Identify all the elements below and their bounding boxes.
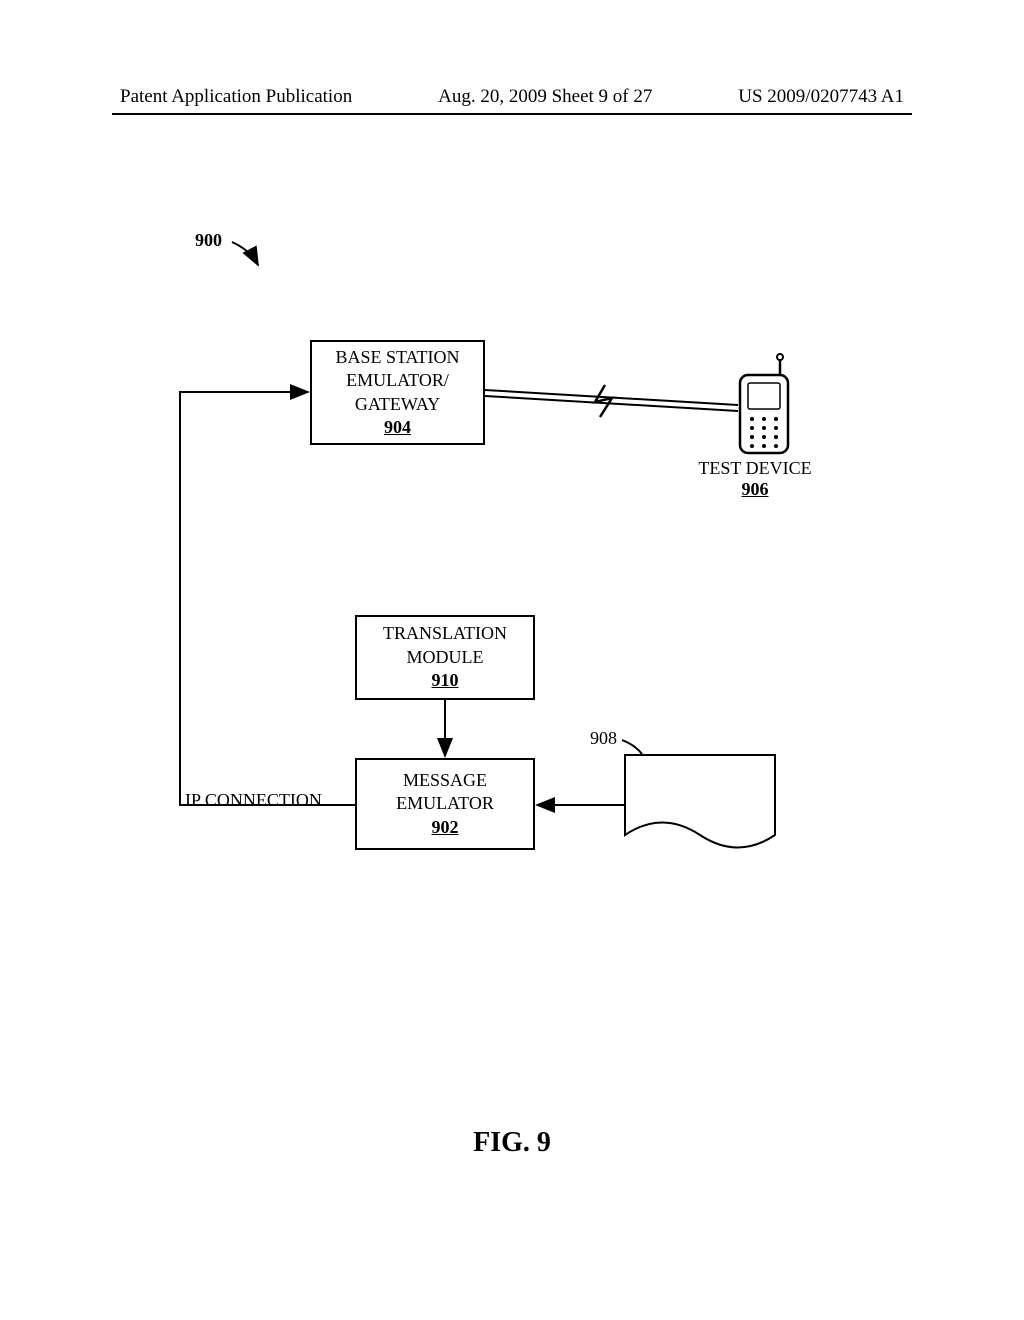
test-device-label: TEST DEVICE bbox=[670, 458, 840, 479]
header-left: Patent Application Publication bbox=[120, 86, 352, 108]
ota-line2: MESSAGE bbox=[640, 791, 760, 812]
translation-box: TRANSLATION MODULE 910 bbox=[355, 615, 535, 700]
header-right: US 2009/0207743 A1 bbox=[738, 86, 904, 108]
figure-caption: FIG. 9 bbox=[0, 1127, 1024, 1159]
base-station-line2: EMULATOR/ bbox=[346, 369, 449, 392]
message-emulator-box: MESSAGE EMULATOR 902 bbox=[355, 758, 535, 850]
header-divider bbox=[112, 113, 912, 115]
base-station-ref: 904 bbox=[384, 416, 411, 439]
message-emulator-line2: EMULATOR bbox=[396, 792, 494, 815]
figure-9: 900 BASE STATION EMULATOR/ GATEWAY 904 T… bbox=[0, 220, 1024, 1120]
ota-ref: 908 bbox=[590, 728, 617, 748]
ota-message-label-group: OTA MESSAGE bbox=[640, 770, 760, 812]
ota-ref-group: 908 bbox=[590, 728, 617, 749]
translation-line1: TRANSLATION bbox=[383, 622, 507, 645]
message-emulator-line1: MESSAGE bbox=[403, 769, 487, 792]
translation-ref: 910 bbox=[432, 669, 459, 692]
test-device-label-group: TEST DEVICE 906 bbox=[670, 458, 840, 500]
ip-connection-label: IP CONNECTION bbox=[185, 790, 322, 811]
system-ref-label: 900 bbox=[195, 230, 222, 251]
message-emulator-ref: 902 bbox=[432, 816, 459, 839]
base-station-line1: BASE STATION bbox=[335, 346, 459, 369]
base-station-box: BASE STATION EMULATOR/ GATEWAY 904 bbox=[310, 340, 485, 445]
header-center: Aug. 20, 2009 Sheet 9 of 27 bbox=[438, 86, 652, 108]
test-device-ref: 906 bbox=[670, 479, 840, 500]
translation-line2: MODULE bbox=[407, 646, 484, 669]
page-header: Patent Application Publication Aug. 20, … bbox=[0, 86, 1024, 108]
base-station-line3: GATEWAY bbox=[355, 393, 440, 416]
ota-line1: OTA bbox=[640, 770, 760, 791]
